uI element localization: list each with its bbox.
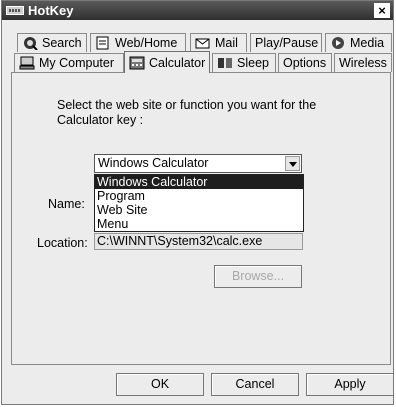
window-title: HotKey [28, 3, 74, 18]
tab-label: Sleep [237, 56, 269, 70]
calculator-icon [129, 56, 145, 70]
tab-mail[interactable]: Mail [190, 33, 247, 52]
location-label: Location: [37, 236, 88, 250]
tab-options[interactable]: Options [278, 53, 332, 72]
tab-label: Web/Home [115, 36, 178, 50]
tab-label: Media [350, 36, 385, 50]
tab-label: Options [283, 56, 327, 70]
apply-button[interactable]: Apply [306, 373, 394, 396]
dropdown-option[interactable]: Menu [95, 217, 303, 231]
tab-wireless[interactable]: Wireless [334, 53, 392, 72]
tab-play-pause[interactable]: Play/Pause [250, 33, 322, 52]
name-label: Name: [48, 197, 85, 211]
close-button[interactable]: × [374, 3, 390, 18]
title-bar[interactable]: HotKey × [2, 1, 393, 20]
dropdown-option[interactable]: Windows Calculator [95, 175, 303, 189]
ok-button[interactable]: OK [116, 373, 204, 396]
globe-magnifier-icon [22, 36, 38, 51]
tab-web-home[interactable]: Web/Home [90, 33, 186, 52]
tab-media[interactable]: Media [325, 33, 392, 52]
tab-label: My Computer [39, 56, 115, 70]
keyboard-icon [6, 6, 24, 15]
location-field: C:\WINNT\System32\calc.exe [94, 233, 303, 250]
tab-label: Play/Pause [255, 36, 319, 50]
dropdown-option[interactable]: Web Site [95, 203, 303, 217]
tab-label: Calculator [149, 55, 206, 70]
function-dropdown-list: Windows Calculator Program Web Site Menu [94, 174, 304, 232]
media-player-icon [330, 36, 346, 50]
tab-sleep[interactable]: Sleep [212, 53, 276, 72]
tab-label: Search [42, 36, 82, 50]
dropdown-option[interactable]: Program [95, 189, 303, 203]
tab-my-computer[interactable]: My Computer [14, 53, 124, 72]
envelope-icon [195, 36, 211, 50]
function-select-value: Windows Calculator [98, 156, 209, 170]
tab-calculator[interactable]: Calculator [124, 51, 210, 73]
sleep-icon [217, 56, 233, 70]
function-select[interactable]: Windows Calculator [94, 154, 302, 173]
web-page-icon [95, 36, 111, 50]
tab-search[interactable]: Search [17, 33, 87, 52]
tab-label: Wireless [339, 56, 387, 70]
cancel-button[interactable]: Cancel [211, 373, 299, 396]
computer-icon [19, 56, 35, 70]
browse-button[interactable]: Browse... [214, 265, 302, 288]
instruction-text: Select the web site or function you want… [57, 98, 317, 127]
chevron-down-icon[interactable] [285, 156, 300, 171]
tab-label: Mail [215, 36, 238, 50]
